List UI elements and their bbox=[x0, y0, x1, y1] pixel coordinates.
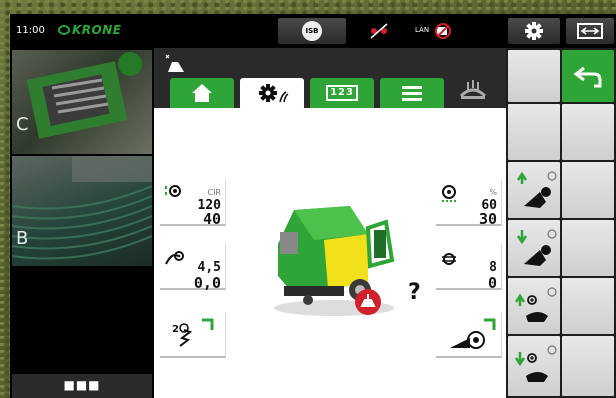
knotter-field[interactable]: 2 bbox=[160, 312, 226, 358]
twine-wrap-icon: 2 bbox=[172, 318, 214, 347]
empty-button-3[interactable] bbox=[562, 104, 614, 160]
menu-icon bbox=[402, 86, 422, 101]
function-button-column bbox=[506, 48, 616, 398]
brand-name: KRONE bbox=[72, 23, 122, 37]
tab-menu[interactable] bbox=[380, 78, 444, 108]
camera-view-b[interactable]: B bbox=[12, 156, 152, 266]
krone-logo-icon bbox=[58, 25, 70, 35]
empty-button-2[interactable] bbox=[508, 104, 560, 160]
cir-field[interactable]: CIR 120 40 bbox=[160, 180, 226, 228]
return-arrow-icon bbox=[573, 66, 602, 88]
camera-panel: C B ■■■ bbox=[10, 48, 154, 398]
tab-counters[interactable]: 123 bbox=[310, 78, 374, 108]
gear-grass-icon bbox=[259, 84, 289, 103]
pressure-icon bbox=[165, 251, 184, 265]
empty-button-7[interactable] bbox=[562, 336, 614, 396]
settings-content: CIR 120 40 4,5 0,0 2 % 60 30 8 0 ? bbox=[154, 108, 506, 398]
home-icon bbox=[192, 84, 212, 102]
bale-size-unit: % bbox=[489, 188, 497, 197]
empty-button-1[interactable] bbox=[508, 50, 560, 102]
net-layers-icon bbox=[442, 253, 456, 265]
status-bar: 11:00 KRONE ISB LAN bbox=[10, 14, 616, 48]
camera-more-button[interactable]: ■■■ bbox=[12, 374, 152, 398]
baler-illustration bbox=[274, 206, 395, 316]
bale-ramp-icon bbox=[450, 318, 496, 349]
settings-button[interactable] bbox=[508, 18, 560, 44]
empty-button-6[interactable] bbox=[562, 278, 614, 334]
pressure-value: 4,5 bbox=[197, 260, 221, 275]
pickup-down-icon bbox=[514, 345, 557, 382]
tractor-baler-icon bbox=[165, 54, 184, 72]
bale-ejection-field[interactable] bbox=[436, 312, 502, 358]
lan-disconnected-icon bbox=[435, 23, 451, 39]
isb-icon: ISB bbox=[302, 21, 322, 41]
lan-label: LAN bbox=[415, 26, 430, 34]
pickup-up-icon bbox=[514, 287, 557, 322]
pickup-icon bbox=[459, 80, 487, 99]
machine-status-unknown: ? bbox=[408, 280, 421, 305]
terminal-screen: 11:00 KRONE ISB LAN C B ■■■ 123 CIR 120 … bbox=[10, 14, 616, 398]
cir-unit: CIR bbox=[207, 188, 221, 197]
tab-home[interactable] bbox=[170, 78, 234, 108]
lower-tailgate-button[interactable] bbox=[508, 220, 560, 276]
bale-size-field[interactable]: % 60 30 bbox=[436, 180, 502, 228]
raise-pickup-button[interactable] bbox=[508, 278, 560, 334]
bale-size-icon bbox=[442, 185, 456, 202]
camera-view-c[interactable]: C bbox=[12, 50, 152, 154]
krone-logo: KRONE bbox=[58, 23, 121, 37]
main-header: 123 bbox=[154, 48, 506, 108]
bale-counter-icon bbox=[165, 185, 181, 197]
empty-button-4[interactable] bbox=[562, 162, 614, 218]
tailgate-up-icon bbox=[516, 171, 557, 208]
tailgate-down-icon bbox=[516, 229, 557, 266]
screen-switch-button[interactable] bbox=[566, 18, 614, 44]
net-layers-field[interactable]: 8 0 bbox=[436, 244, 502, 292]
camera-image-b bbox=[12, 156, 152, 260]
svg-text:2: 2 bbox=[172, 324, 179, 335]
camera-label-b: B bbox=[16, 228, 29, 249]
lower-pickup-button[interactable] bbox=[508, 336, 560, 396]
tab-settings[interactable] bbox=[240, 78, 304, 108]
camera-label-c: C bbox=[16, 114, 29, 135]
camera-image-c bbox=[26, 52, 142, 139]
pressure-field[interactable]: 4,5 0,0 bbox=[160, 244, 226, 292]
bale-size-value-secondary: 30 bbox=[478, 210, 497, 228]
raise-tailgate-button[interactable] bbox=[508, 162, 560, 218]
gps-disabled-icon bbox=[370, 23, 388, 39]
clock: 11:00 bbox=[16, 25, 45, 36]
pressure-value-secondary: 0,0 bbox=[193, 274, 221, 292]
isb-button[interactable]: ISB bbox=[278, 18, 346, 44]
cir-value-secondary: 40 bbox=[202, 210, 221, 228]
gear-icon bbox=[525, 22, 543, 40]
switch-screen-icon bbox=[577, 23, 603, 39]
empty-button-5[interactable] bbox=[562, 220, 614, 276]
counter-icon: 123 bbox=[326, 85, 358, 101]
net-layers-value: 8 bbox=[489, 260, 497, 275]
back-button[interactable] bbox=[562, 50, 614, 102]
net-layers-value-secondary: 0 bbox=[487, 274, 497, 292]
